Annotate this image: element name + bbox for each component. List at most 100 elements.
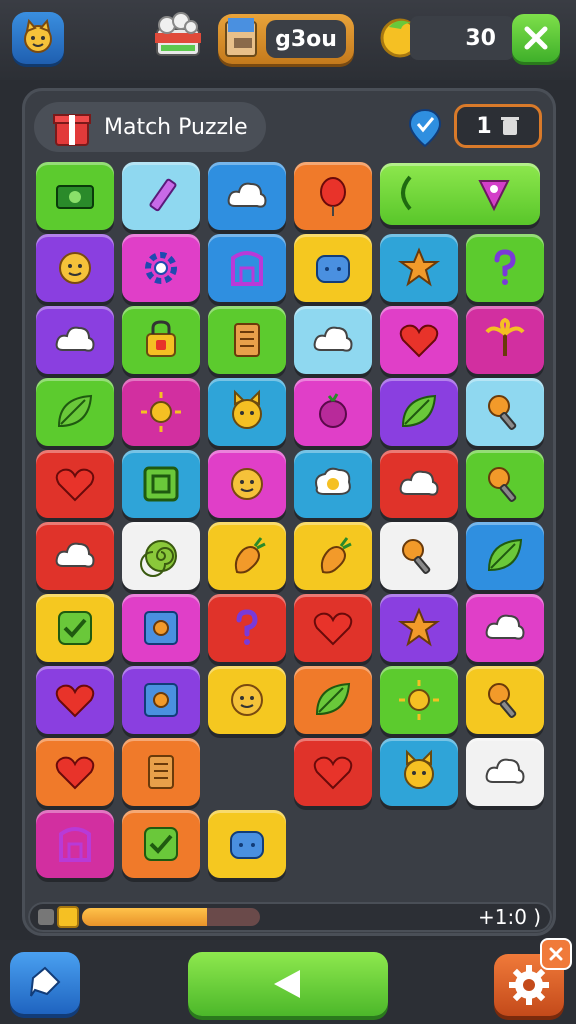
tile[interactable]	[208, 522, 286, 590]
tile[interactable]	[122, 666, 200, 734]
tile[interactable]	[294, 522, 372, 590]
tile[interactable]	[122, 450, 200, 518]
tile[interactable]	[36, 810, 114, 878]
profile-badge-button[interactable]	[12, 12, 64, 64]
tile[interactable]	[294, 594, 372, 662]
tile[interactable]	[208, 234, 286, 302]
tile[interactable]	[466, 666, 544, 734]
tile[interactable]	[294, 450, 372, 518]
level-title-pill: Match Puzzle	[34, 102, 266, 152]
gear-icon	[145, 252, 177, 284]
tile[interactable]	[208, 810, 286, 878]
tile[interactable]	[208, 306, 286, 374]
prize-basket-icon[interactable]	[150, 10, 206, 62]
tile[interactable]	[208, 162, 286, 230]
tile[interactable]	[122, 234, 200, 302]
balloon-icon	[320, 177, 346, 216]
scroll-icon	[234, 323, 260, 357]
tile[interactable]	[36, 738, 114, 806]
safe-icon	[144, 611, 178, 645]
score-display: g3ou	[218, 14, 354, 64]
tile[interactable]	[122, 162, 200, 230]
coin-count: 30	[410, 16, 514, 60]
tile[interactable]	[122, 594, 200, 662]
star-icon	[397, 607, 441, 647]
share-button[interactable]	[10, 952, 80, 1014]
tile[interactable]	[380, 450, 458, 518]
key-icon	[488, 395, 517, 431]
moves-counter: 1	[454, 104, 542, 148]
check-icon	[144, 827, 178, 861]
key-icon	[402, 539, 431, 575]
tile[interactable]	[36, 378, 114, 446]
key-icon	[488, 467, 517, 503]
trash-icon	[500, 117, 519, 135]
tile[interactable]	[36, 306, 114, 374]
carrot-icon	[320, 537, 352, 574]
face-icon	[59, 252, 91, 284]
tile[interactable]	[122, 522, 200, 590]
tile[interactable]	[380, 306, 458, 374]
level-title: Match Puzzle	[104, 114, 248, 140]
tile[interactable]	[466, 306, 544, 374]
tile[interactable]	[466, 234, 544, 302]
tile[interactable]	[36, 522, 114, 590]
settings-close-button[interactable]	[540, 938, 572, 970]
tile[interactable]	[380, 666, 458, 734]
tile[interactable]	[122, 306, 200, 374]
door-icon	[59, 827, 91, 862]
tile[interactable]	[208, 666, 286, 734]
door-icon	[231, 251, 263, 286]
bread-icon	[230, 831, 264, 859]
cloud-icon	[399, 470, 439, 496]
tile[interactable]	[208, 450, 286, 518]
play-arrow-icon	[274, 970, 300, 998]
tile[interactable]	[380, 234, 458, 302]
share-icon	[30, 966, 61, 997]
tile[interactable]	[122, 810, 200, 878]
tile[interactable]	[294, 234, 372, 302]
cloud-icon	[55, 326, 95, 352]
scroll-icon	[148, 755, 174, 789]
heart-icon	[313, 756, 353, 790]
leaf-icon	[401, 394, 437, 428]
tile[interactable]	[36, 234, 114, 302]
tile[interactable]	[466, 594, 544, 662]
timer-text: +1:0 )	[478, 905, 542, 929]
leaf-icon	[487, 538, 523, 572]
tile[interactable]	[122, 738, 200, 806]
book-icon	[225, 18, 257, 57]
tile[interactable]	[122, 378, 200, 446]
cloud-icon	[485, 758, 525, 784]
tile[interactable]	[380, 378, 458, 446]
tile[interactable]	[380, 594, 458, 662]
pencil-icon	[149, 178, 177, 212]
tile[interactable]	[36, 594, 114, 662]
location-pin-icon	[408, 108, 442, 148]
tile[interactable]	[380, 522, 458, 590]
tile[interactable]	[208, 594, 286, 662]
tile[interactable]	[466, 522, 544, 590]
cat-icon	[232, 389, 262, 429]
heart-icon	[55, 684, 95, 718]
tile[interactable]	[466, 738, 544, 806]
tile[interactable]	[36, 450, 114, 518]
egg-icon	[315, 467, 351, 495]
tile[interactable]	[294, 306, 372, 374]
heart-icon	[313, 612, 353, 646]
tile[interactable]	[208, 378, 286, 446]
play-button[interactable]	[188, 952, 388, 1016]
heart-icon	[399, 324, 439, 358]
tile[interactable]	[36, 666, 114, 734]
tile[interactable]	[294, 378, 372, 446]
tile[interactable]	[36, 162, 114, 230]
close-button[interactable]	[512, 14, 560, 62]
tile[interactable]	[466, 378, 544, 446]
tile[interactable]	[294, 738, 372, 806]
tile[interactable]	[294, 666, 372, 734]
tile[interactable]	[294, 162, 372, 230]
tile[interactable]	[380, 738, 458, 806]
tile[interactable]	[466, 450, 544, 518]
star-icon	[397, 247, 441, 287]
lock-icon	[146, 320, 176, 357]
